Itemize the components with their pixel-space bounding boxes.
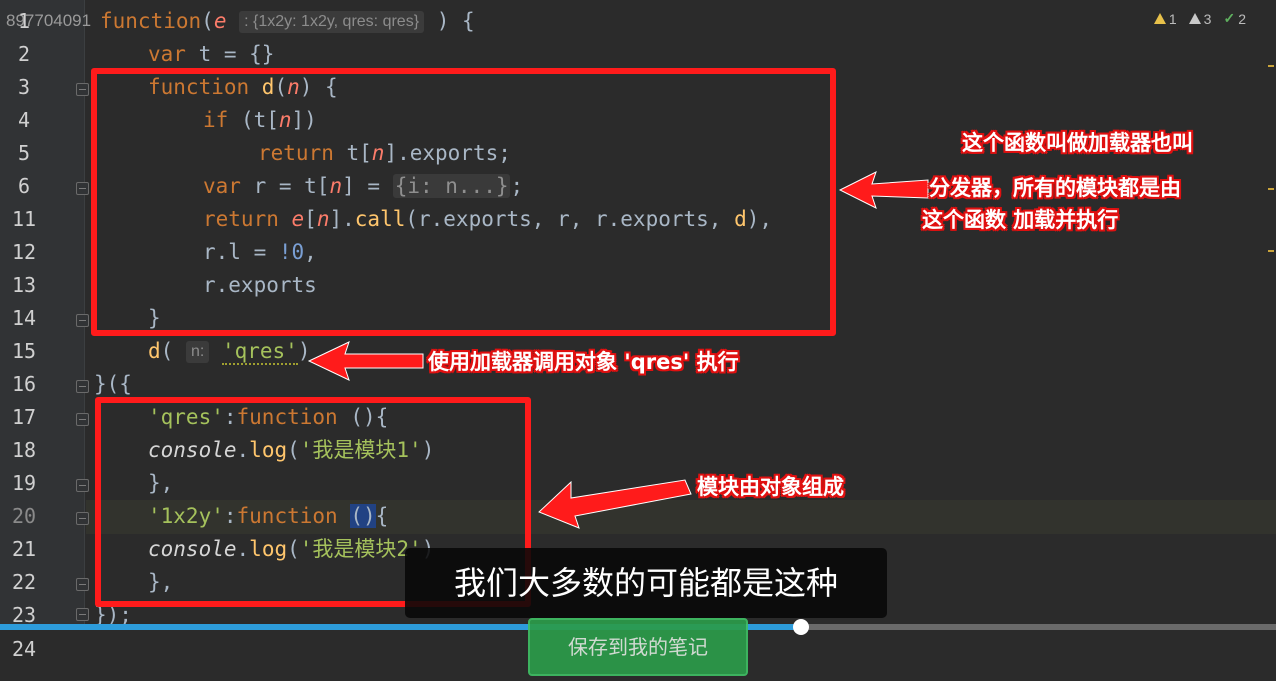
token-text: }({ [94,372,132,396]
fold-marker[interactable] [76,380,89,393]
code-line-15[interactable]: d( n: 'qres') [148,335,310,368]
typos-count: 2 [1238,10,1246,27]
line-number: 2 [17,42,31,66]
line-number: 12 [11,240,37,264]
fold-marker[interactable] [76,479,89,492]
token-param: e [213,9,227,33]
loader-highlight-box [91,68,836,336]
warning-icon [1153,13,1166,24]
param-hint: n: [185,341,210,363]
stripe-mark[interactable] [1268,250,1274,252]
error-stripe[interactable] [1268,0,1274,620]
line-number: 19 [11,471,37,495]
line-number: 13 [11,273,37,297]
inspection-widget[interactable]: 1 3 ✓ 2 [1153,10,1246,27]
fold-marker[interactable] [76,314,89,327]
weak-warning-icon [1188,13,1201,24]
type-hint: : {1x2y: 1x2y, qres: qres} [239,11,425,33]
fold-marker[interactable] [76,512,89,525]
line-number: 22 [11,570,37,594]
line-number: 5 [17,141,31,165]
line-number: 14 [11,306,37,330]
line-number: 16 [11,372,37,396]
line-number: 1 [17,9,31,33]
line-number: 20 [11,504,37,528]
weak-warnings-indicator[interactable]: 3 [1188,10,1212,27]
arrow-icon [838,171,929,209]
token-text: ( [160,339,186,363]
check-icon: ✓ [1223,10,1236,26]
modules-note: 模块由对象组成 [697,475,844,499]
line-number: 17 [11,405,37,429]
loader-note-line2: 分发器，所有的模块都是由 [929,176,1181,200]
typos-indicator[interactable]: ✓ 2 [1223,10,1246,27]
line-number: 6 [17,174,31,198]
arrow-icon [307,341,424,381]
line-number: 11 [11,207,37,231]
token-punct: ) { [436,9,475,33]
code-line-2[interactable]: var t = {} [148,38,274,71]
fold-marker[interactable] [76,608,89,621]
fold-marker[interactable] [76,413,89,426]
fold-marker[interactable] [76,578,89,591]
line-number: 23 [11,603,37,625]
save-to-my-notes-button[interactable]: 保存到我的笔记 [528,618,748,676]
warnings-count: 1 [1168,10,1177,27]
code-editor[interactable]: 897704091 1 3 ✓ 2 1 2 3 4 5 6 11 12 13 14 15 16 17 18 1… [0,0,1276,625]
line-number: 3 [17,75,31,99]
token-punct: ( [201,9,214,33]
video-subtitle: 我们大多数的可能都是这种 [405,548,887,618]
fold-marker[interactable] [76,83,89,96]
loader-note-line3: 这个函数 加载并执行 [922,208,1119,232]
token-keyword: function [100,9,202,33]
token-text: t = {} [185,42,275,66]
token-keyword: var [148,42,186,66]
warnings-indicator[interactable]: 1 [1153,10,1177,27]
line-number: 15 [11,339,37,363]
stripe-mark[interactable] [1268,188,1274,190]
line-number: 24 [11,637,37,661]
code-line-1[interactable]: function(e : {1x2y: 1x2y, qres: qres} ) … [100,5,475,38]
stripe-mark[interactable] [1268,65,1274,67]
fold-marker[interactable] [76,182,89,195]
token-function: d [148,339,161,363]
arrow-icon [538,479,692,529]
loader-note-line1: 这个函数叫做加载器也叫 [962,131,1193,155]
line-number: 4 [17,108,31,132]
line-number: 21 [11,537,37,561]
weak-warnings-count: 3 [1203,10,1212,27]
token-string: 'qres' [221,339,298,365]
call-note: 使用加载器调用对象 'qres' 执行 [428,350,739,374]
line-number: 18 [11,438,37,462]
